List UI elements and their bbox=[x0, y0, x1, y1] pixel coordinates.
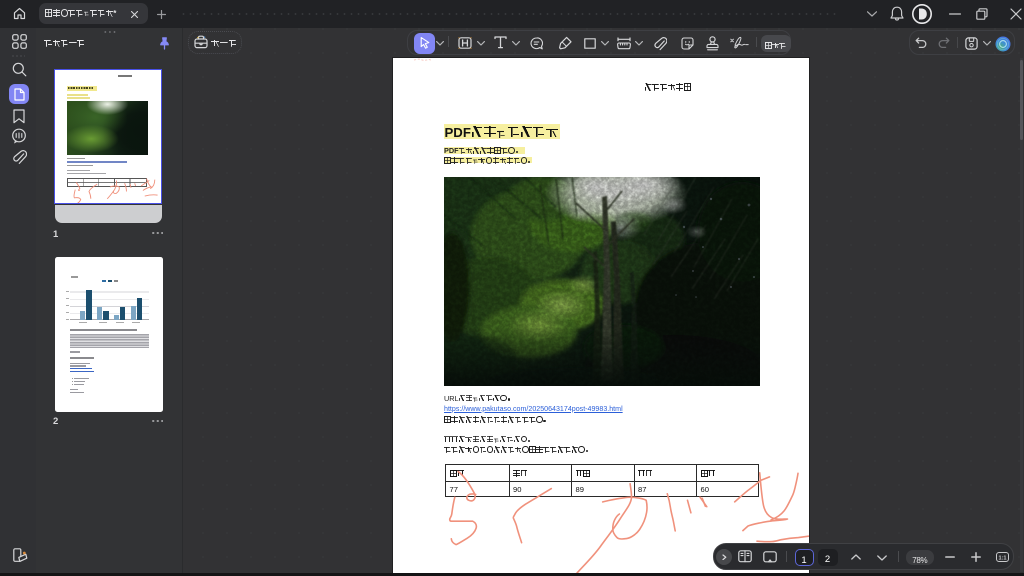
svg-text:1:1: 1:1 bbox=[998, 555, 1006, 561]
